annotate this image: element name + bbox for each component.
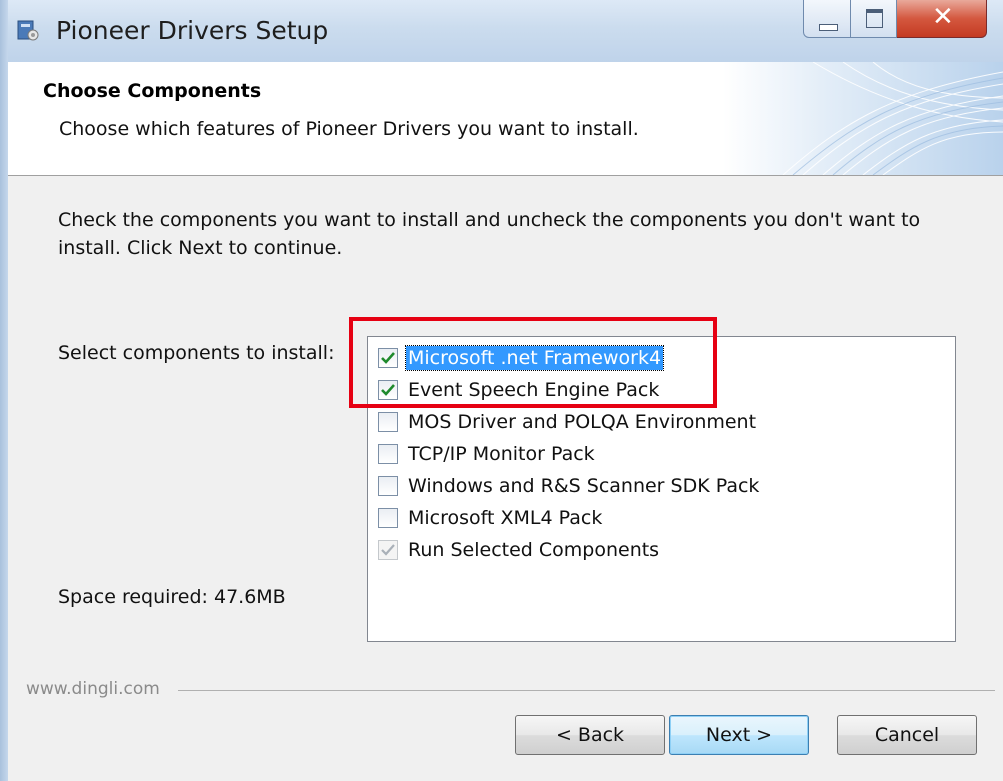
installer-app-icon [17, 20, 39, 41]
component-label: Run Selected Components [408, 539, 660, 561]
page-header: Choose Components Choose which features … [8, 62, 1003, 176]
title-bar[interactable]: Pioneer Drivers Setup ✕ [0, 0, 1003, 62]
component-label: MOS Driver and POLQA Environment [408, 411, 757, 433]
branding-text: www.dingli.com [26, 679, 168, 699]
component-item[interactable]: MOS Driver and POLQA Environment [378, 409, 758, 435]
minimize-button[interactable] [803, 0, 851, 38]
window-frame-left [0, 0, 8, 781]
content-panel: Check the components you want to install… [8, 176, 1003, 781]
close-button[interactable]: ✕ [897, 0, 987, 38]
component-checkbox[interactable] [378, 476, 398, 496]
header-wave-graphic [723, 62, 1003, 175]
minimize-icon [819, 24, 838, 31]
cancel-button[interactable]: Cancel [837, 715, 977, 755]
next-button[interactable]: Next > [669, 715, 809, 755]
component-item[interactable]: Windows and R&S Scanner SDK Pack [378, 473, 761, 499]
component-checkbox-disabled [378, 540, 398, 560]
component-item[interactable]: Microsoft XML4 Pack [378, 505, 604, 531]
component-label: TCP/IP Monitor Pack [408, 443, 595, 465]
component-label: Windows and R&S Scanner SDK Pack [408, 475, 760, 497]
maximize-icon [866, 9, 883, 28]
maximize-button[interactable] [851, 0, 897, 38]
checkmark-icon [381, 544, 395, 556]
component-item[interactable]: TCP/IP Monitor Pack [378, 441, 597, 467]
annotation-highlight-box [349, 317, 717, 408]
back-button[interactable]: < Back [515, 715, 665, 755]
instructions-text: Check the components you want to install… [58, 209, 921, 259]
component-checkbox[interactable] [378, 508, 398, 528]
component-label: Microsoft XML4 Pack [408, 507, 603, 529]
page-title: Choose Components [43, 80, 262, 102]
window-title: Pioneer Drivers Setup [56, 16, 329, 45]
select-components-label: Select components to install: [58, 342, 335, 364]
page-subtitle: Choose which features of Pioneer Drivers… [59, 118, 639, 140]
component-checkbox[interactable] [378, 412, 398, 432]
space-required-label: Space required: 47.6MB [58, 586, 286, 608]
close-icon: ✕ [932, 2, 954, 32]
component-item: Run Selected Components [378, 537, 661, 563]
setup-window: Pioneer Drivers Setup ✕ Choose Component… [0, 0, 1003, 781]
footer-divider [178, 690, 995, 691]
component-checkbox[interactable] [378, 444, 398, 464]
